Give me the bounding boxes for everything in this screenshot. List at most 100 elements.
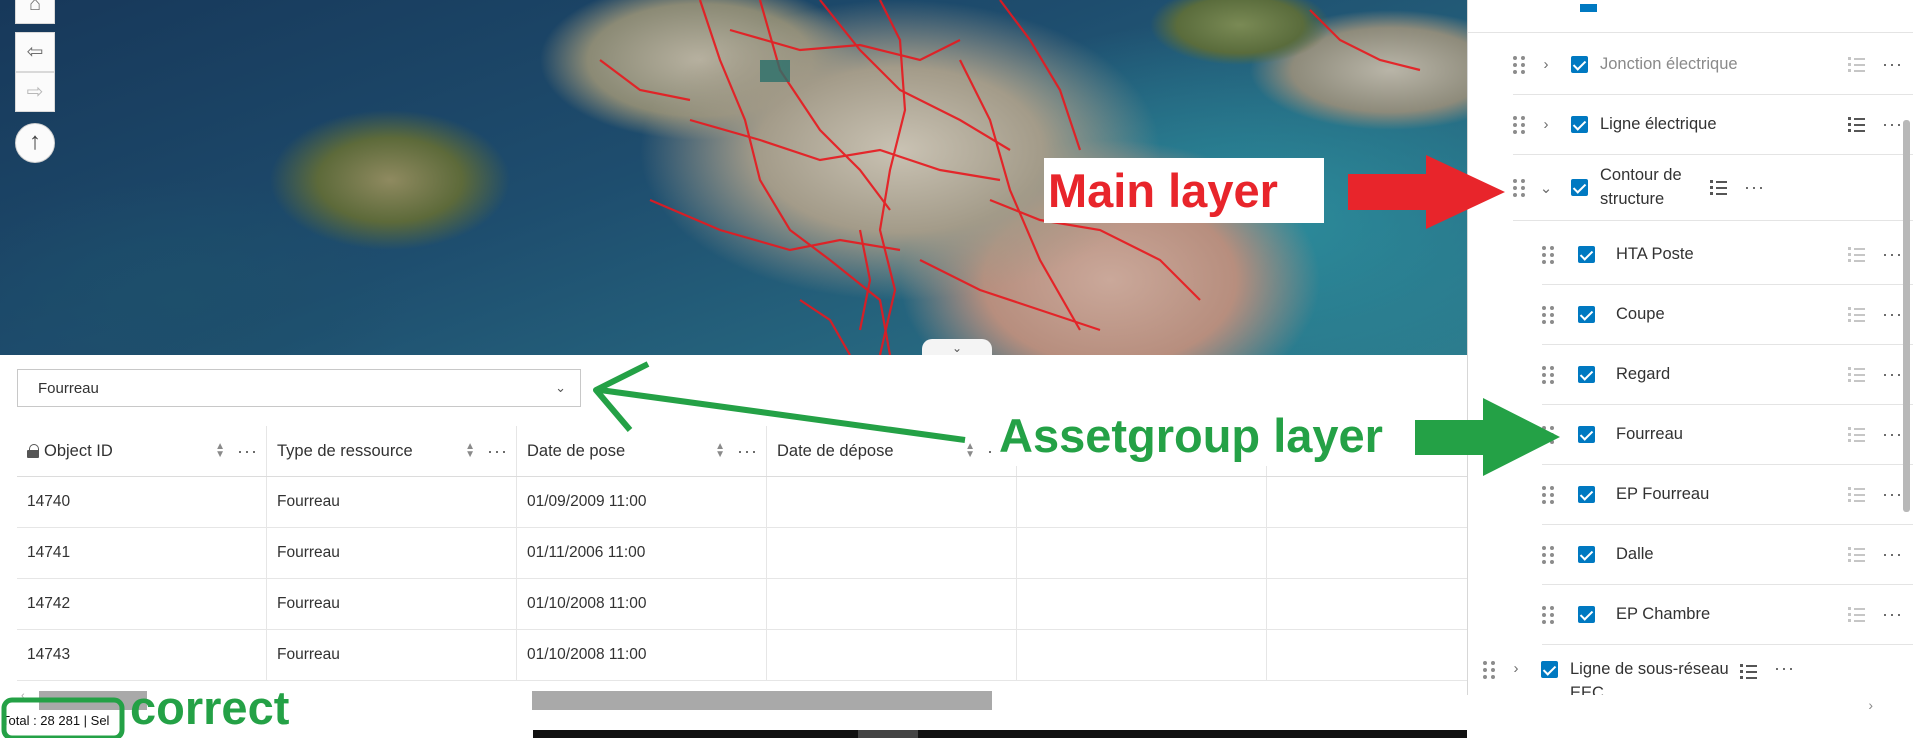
chevron-right-icon[interactable]: › — [1509, 660, 1523, 677]
column-menu-icon[interactable]: ··· — [237, 441, 258, 462]
sublayer-item-hta-poste[interactable]: HTA Poste ··· — [1542, 225, 1913, 285]
legend-icon[interactable] — [1848, 487, 1866, 502]
layer-options-icon[interactable]: ··· — [1774, 658, 1795, 679]
panel-scrollbar-thumb[interactable] — [1903, 120, 1910, 512]
layer-select-dropdown[interactable]: Fourreau ⌄ — [17, 369, 581, 407]
legend-icon[interactable] — [1848, 427, 1866, 442]
column-header-type[interactable]: Type de ressource ▲ ▼ ··· — [267, 426, 517, 476]
home-button[interactable]: ⌂ — [15, 0, 55, 24]
table-row[interactable]: 14743 Fourreau 01/10/2008 11:00 — [17, 630, 1517, 681]
table-cell[interactable] — [767, 477, 1017, 527]
sublayer-item-regard[interactable]: Regard ··· — [1542, 345, 1913, 405]
chevron-right-icon[interactable]: › — [1539, 56, 1553, 73]
sublayer-item-ep-fourreau[interactable]: EP Fourreau ··· — [1542, 465, 1913, 525]
layer-options-icon[interactable]: ··· — [1882, 114, 1903, 135]
table-cell[interactable]: 14743 — [17, 630, 267, 680]
layer-item-ligne-electrique[interactable]: › Ligne électrique ··· — [1513, 95, 1913, 155]
sort-icon[interactable]: ▲ ▼ — [715, 442, 725, 460]
layer-visibility-checkbox[interactable] — [1578, 246, 1595, 263]
sort-icon[interactable]: ▲ ▼ — [965, 442, 975, 460]
layer-options-icon[interactable]: ··· — [1882, 304, 1903, 325]
sort-icon[interactable]: ▲ ▼ — [465, 442, 475, 460]
checkbox-partial[interactable] — [1580, 4, 1597, 12]
table-cell[interactable]: Fourreau — [267, 477, 517, 527]
legend-icon[interactable] — [1740, 664, 1758, 679]
table-cell[interactable]: 14741 — [17, 528, 267, 578]
compass-button[interactable]: ↑ — [15, 123, 55, 163]
table-cell[interactable] — [1017, 528, 1267, 578]
table-cell[interactable] — [1017, 630, 1267, 680]
drag-handle-icon[interactable] — [1542, 605, 1554, 624]
column-menu-icon[interactable]: ··· — [487, 441, 508, 462]
column-header-date-pose[interactable]: Date de pose ▲ ▼ ··· — [517, 426, 767, 476]
legend-icon[interactable] — [1710, 180, 1728, 195]
legend-icon[interactable] — [1848, 247, 1866, 262]
chevron-right-icon[interactable]: › — [1539, 116, 1553, 133]
table-cell[interactable]: 01/10/2008 11:00 — [517, 579, 767, 629]
drag-handle-icon[interactable] — [1513, 115, 1525, 134]
drag-handle-icon[interactable] — [1542, 305, 1554, 324]
layer-visibility-checkbox[interactable] — [1571, 179, 1588, 196]
sort-icon[interactable]: ▲ ▼ — [215, 442, 225, 460]
sublayer-item-fourreau[interactable]: Fourreau ··· — [1542, 405, 1913, 465]
column-menu-icon[interactable]: ··· — [737, 441, 758, 462]
table-cell[interactable] — [767, 528, 1017, 578]
drag-handle-icon[interactable] — [1483, 661, 1495, 679]
scroll-right-icon[interactable]: › — [1868, 697, 1873, 713]
table-cell[interactable] — [1017, 477, 1267, 527]
layer-options-icon[interactable]: ··· — [1882, 484, 1903, 505]
sublayer-item-coupe[interactable]: Coupe ··· — [1542, 285, 1913, 345]
table-cell[interactable] — [1017, 579, 1267, 629]
layer-visibility-checkbox[interactable] — [1571, 56, 1588, 73]
table-cell[interactable] — [767, 579, 1017, 629]
layer-visibility-checkbox[interactable] — [1541, 661, 1558, 678]
table-cell[interactable]: Fourreau — [267, 630, 517, 680]
drag-handle-icon[interactable] — [1542, 365, 1554, 384]
table-cell[interactable]: 01/09/2009 11:00 — [517, 477, 767, 527]
layer-options-icon[interactable]: ··· — [1882, 364, 1903, 385]
legend-icon[interactable] — [1848, 607, 1866, 622]
layer-options-icon[interactable]: ··· — [1744, 177, 1765, 198]
sublayer-item-dalle[interactable]: Dalle ··· — [1542, 525, 1913, 585]
scroll-left-icon[interactable]: ‹ — [21, 690, 25, 702]
layer-options-icon[interactable]: ··· — [1882, 604, 1903, 625]
layer-visibility-checkbox[interactable] — [1578, 606, 1595, 623]
table-cell[interactable]: Fourreau — [267, 528, 517, 578]
table-cell[interactable]: 01/10/2008 11:00 — [517, 630, 767, 680]
layer-options-icon[interactable]: ··· — [1882, 244, 1903, 265]
legend-icon[interactable] — [1848, 117, 1866, 132]
layer-visibility-checkbox[interactable] — [1578, 486, 1595, 503]
layer-visibility-checkbox[interactable] — [1578, 366, 1595, 383]
table-row[interactable]: 14741 Fourreau 01/11/2006 11:00 — [17, 528, 1517, 579]
layer-options-icon[interactable]: ··· — [1882, 54, 1903, 75]
sublayer-item-ep-chambre[interactable]: EP Chambre ··· — [1542, 585, 1913, 645]
next-extent-button[interactable]: ⇨ — [15, 72, 55, 112]
previous-extent-button[interactable]: ⇦ — [15, 32, 55, 72]
table-cell[interactable]: Fourreau — [267, 579, 517, 629]
legend-icon[interactable] — [1848, 547, 1866, 562]
legend-icon[interactable] — [1848, 57, 1866, 72]
layer-visibility-checkbox[interactable] — [1571, 116, 1588, 133]
scrollbar-thumb[interactable] — [532, 691, 992, 710]
layer-visibility-checkbox[interactable] — [1578, 546, 1595, 563]
drag-handle-icon[interactable] — [1513, 55, 1525, 74]
legend-icon[interactable] — [1848, 307, 1866, 322]
layer-options-icon[interactable]: ··· — [1882, 424, 1903, 445]
table-cell[interactable]: 14740 — [17, 477, 267, 527]
drag-handle-icon[interactable] — [1542, 425, 1554, 444]
layer-item-contour-de-structure[interactable]: ⌄ Contour de structure ··· — [1513, 155, 1913, 221]
legend-icon[interactable] — [1848, 367, 1866, 382]
drag-handle-icon[interactable] — [1542, 245, 1554, 264]
drag-handle-icon[interactable] — [1513, 178, 1525, 197]
drag-handle-icon[interactable] — [1542, 485, 1554, 504]
layer-visibility-checkbox[interactable] — [1578, 306, 1595, 323]
table-row[interactable]: 14742 Fourreau 01/10/2008 11:00 — [17, 579, 1517, 630]
layer-item-ligne-sous-reseau[interactable]: › Ligne de sous-réseau EEC ··· — [1483, 650, 1913, 695]
table-cell[interactable]: 14742 — [17, 579, 267, 629]
column-header-date-depose[interactable]: Date de dépose ▲▼ ··· — [767, 426, 1017, 476]
collapse-table-handle[interactable]: ⌄ — [922, 339, 992, 355]
layer-options-icon[interactable]: ··· — [1882, 544, 1903, 565]
column-header-object-id[interactable]: Object ID ▲ ▼ ··· — [17, 426, 267, 476]
chevron-down-icon[interactable]: ⌄ — [1539, 179, 1553, 197]
table-cell[interactable] — [767, 630, 1017, 680]
